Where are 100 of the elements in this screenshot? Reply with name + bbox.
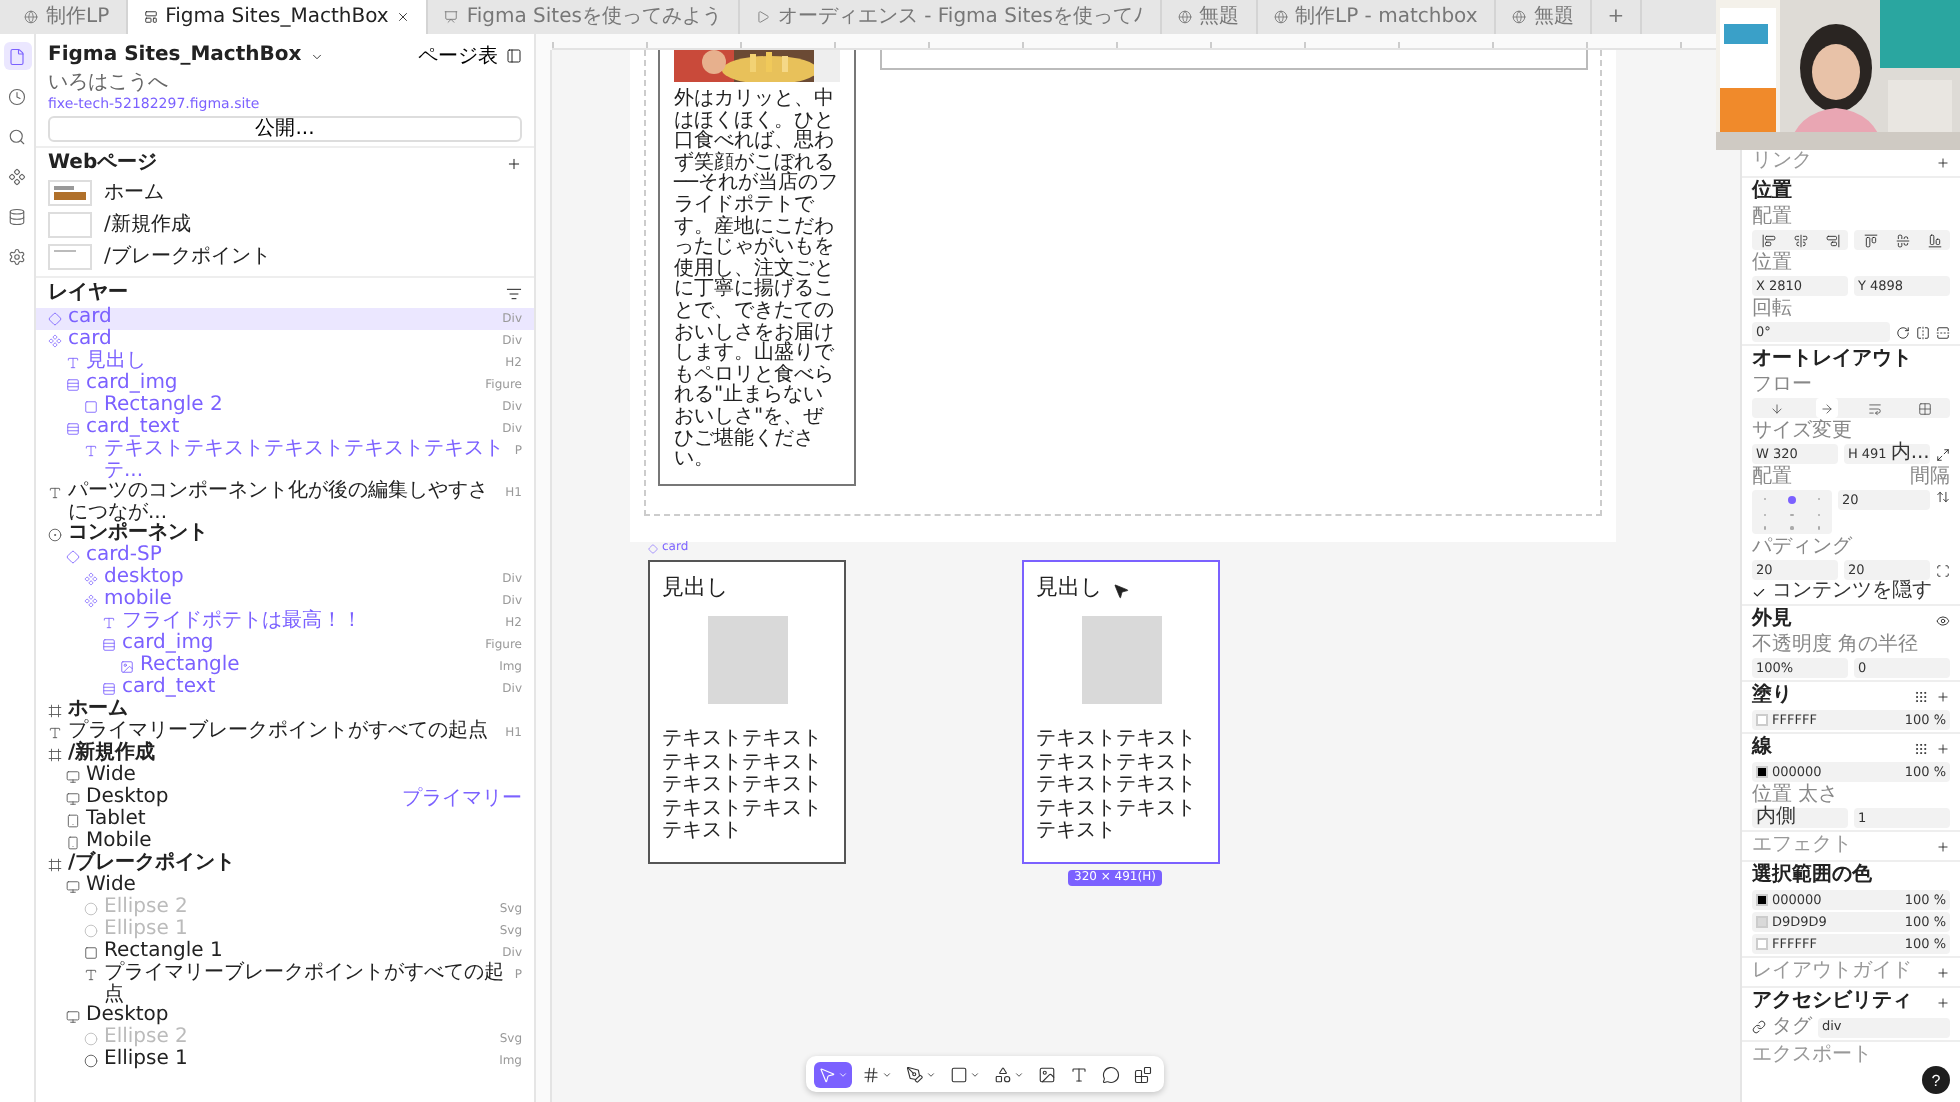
settings-icon [8, 247, 26, 265]
section-title: 線 [1752, 736, 1772, 760]
shapes-icon [994, 1065, 1012, 1083]
card[interactable]: 見出し テキストテキストテキストテキストテキストテキストテキストテキストテキスト [1022, 560, 1220, 864]
tool-button[interactable] [990, 1061, 1028, 1087]
circle-icon [84, 924, 98, 938]
field-label: パディング [1752, 536, 1854, 558]
rows-icon [102, 682, 116, 696]
section-title: オートレイアウト [1752, 348, 1912, 372]
check-icon [1752, 585, 1766, 599]
layer-name: Ellipse 2 [104, 898, 190, 919]
file-title[interactable]: Figma Sites_MacthBox [48, 44, 302, 68]
circle-icon [84, 1032, 98, 1046]
image-icon [120, 660, 134, 674]
layer-name: card-SP [86, 546, 164, 566]
align-controls[interactable] [1854, 230, 1950, 250]
close-icon [396, 10, 411, 24]
layer-name: mobile [104, 590, 172, 611]
page-item[interactable]: /新規作成 [48, 210, 522, 240]
layer-row[interactable]: /ブレークポイント [36, 854, 534, 876]
wrap-icon [1868, 401, 1883, 415]
rail-button[interactable] [3, 42, 31, 70]
stroke-position-select[interactable]: 内側 [1752, 808, 1848, 828]
phone-icon [66, 836, 80, 850]
component-icon [84, 594, 98, 608]
layer-row[interactable]: Wide [36, 876, 534, 898]
section-heading: Webページ [48, 152, 158, 176]
page-item[interactable]: /ブレークポイント [48, 242, 522, 272]
text-icon [102, 616, 116, 630]
layer-name: /ブレークポイント [68, 854, 238, 874]
plus-icon [1936, 689, 1950, 703]
layer-row[interactable]: /新規作成 [36, 744, 534, 766]
layer-name: card_img [122, 634, 216, 654]
layer-row[interactable]: Wide [36, 766, 534, 788]
database-icon [8, 207, 26, 225]
publish-button[interactable]: 公開... [48, 116, 522, 142]
grid-icon [1918, 401, 1933, 415]
resize-icon [1936, 447, 1950, 461]
layer-name: card [68, 330, 112, 350]
owner-name: いろはこうへ [48, 72, 170, 94]
caret-icon [926, 1069, 936, 1079]
tool-button[interactable] [1098, 1061, 1124, 1087]
filter-icon [506, 286, 522, 302]
diamond-icon [66, 550, 80, 564]
help-button[interactable]: ? [1922, 1066, 1950, 1094]
plus-icon [1936, 965, 1950, 979]
diamond-icon [648, 543, 658, 553]
text-icon [1070, 1065, 1088, 1083]
field-label: 太さ [1798, 784, 1838, 806]
section-title: 位置 [1752, 180, 1792, 204]
layer-name: ホーム [68, 700, 130, 720]
search-icon [8, 127, 26, 145]
plus-icon [1936, 839, 1950, 853]
section-title: アクセシビリティ [1752, 990, 1912, 1014]
circle-icon [84, 1054, 98, 1068]
eye-icon [1936, 613, 1950, 627]
square-icon [950, 1065, 968, 1083]
tool-button[interactable] [902, 1061, 940, 1087]
field-label: サイズ変更 [1752, 420, 1854, 442]
component-icon [48, 334, 62, 348]
layer-name: card_text [122, 678, 218, 699]
tool-button[interactable] [1130, 1061, 1156, 1087]
layer-name: card_text [86, 418, 182, 439]
align-controls[interactable] [1752, 230, 1848, 250]
blocks-icon [1134, 1065, 1152, 1083]
layer-row[interactable]: ホーム [36, 700, 534, 722]
monitor-icon [66, 770, 80, 784]
align-top-icon [1863, 233, 1877, 247]
flow-button[interactable] [1914, 398, 1937, 418]
monitor-icon [66, 880, 80, 894]
comment-icon [1102, 1065, 1120, 1083]
layer-row[interactable]: コンポーネント [36, 524, 534, 546]
layer-row[interactable]: Desktop [36, 1006, 534, 1028]
image-placeholder [707, 616, 787, 704]
section-title: 外見 [1752, 608, 1792, 632]
layer-name: Rectangle 1 [104, 942, 225, 962]
layer-row[interactable]: Desktop プライマリー [36, 788, 534, 810]
frame-icon [48, 704, 62, 718]
layer-row[interactable]: Mobile [36, 832, 534, 854]
rotate-icon [1896, 325, 1910, 339]
layer-name: Ellipse 2 [104, 1028, 190, 1049]
flip-vertical-icon [1936, 325, 1950, 339]
layer-name: Desktop [86, 788, 171, 809]
page-item[interactable]: ホーム [48, 178, 522, 208]
layer-name: card [68, 308, 114, 328]
text-icon [84, 444, 98, 458]
section-heading: レイヤー [48, 282, 128, 306]
layer-name: プライマリーブレークポイントがすべての起点 [104, 964, 506, 1005]
layer-row[interactable]: card-SP [36, 546, 534, 568]
field-label: 角の半径 [1838, 634, 1918, 656]
pointer-icon [818, 1065, 836, 1083]
caret-icon [882, 1069, 892, 1079]
browser-tab[interactable]: Figma Sites_MacthBox [127, 0, 429, 34]
rows-icon [66, 422, 80, 436]
frame-icon [48, 858, 62, 872]
grid-dot [1787, 495, 1796, 503]
layer-row[interactable]: Tablet [36, 810, 534, 832]
page-view-button[interactable]: ページ表 [418, 42, 498, 70]
clip-checkbox[interactable]: コンテンツを隠す [1752, 582, 1950, 602]
card[interactable]: 見出し テキストテキストテキストテキストテキストテキストテキストテキストテキスト [648, 560, 846, 864]
